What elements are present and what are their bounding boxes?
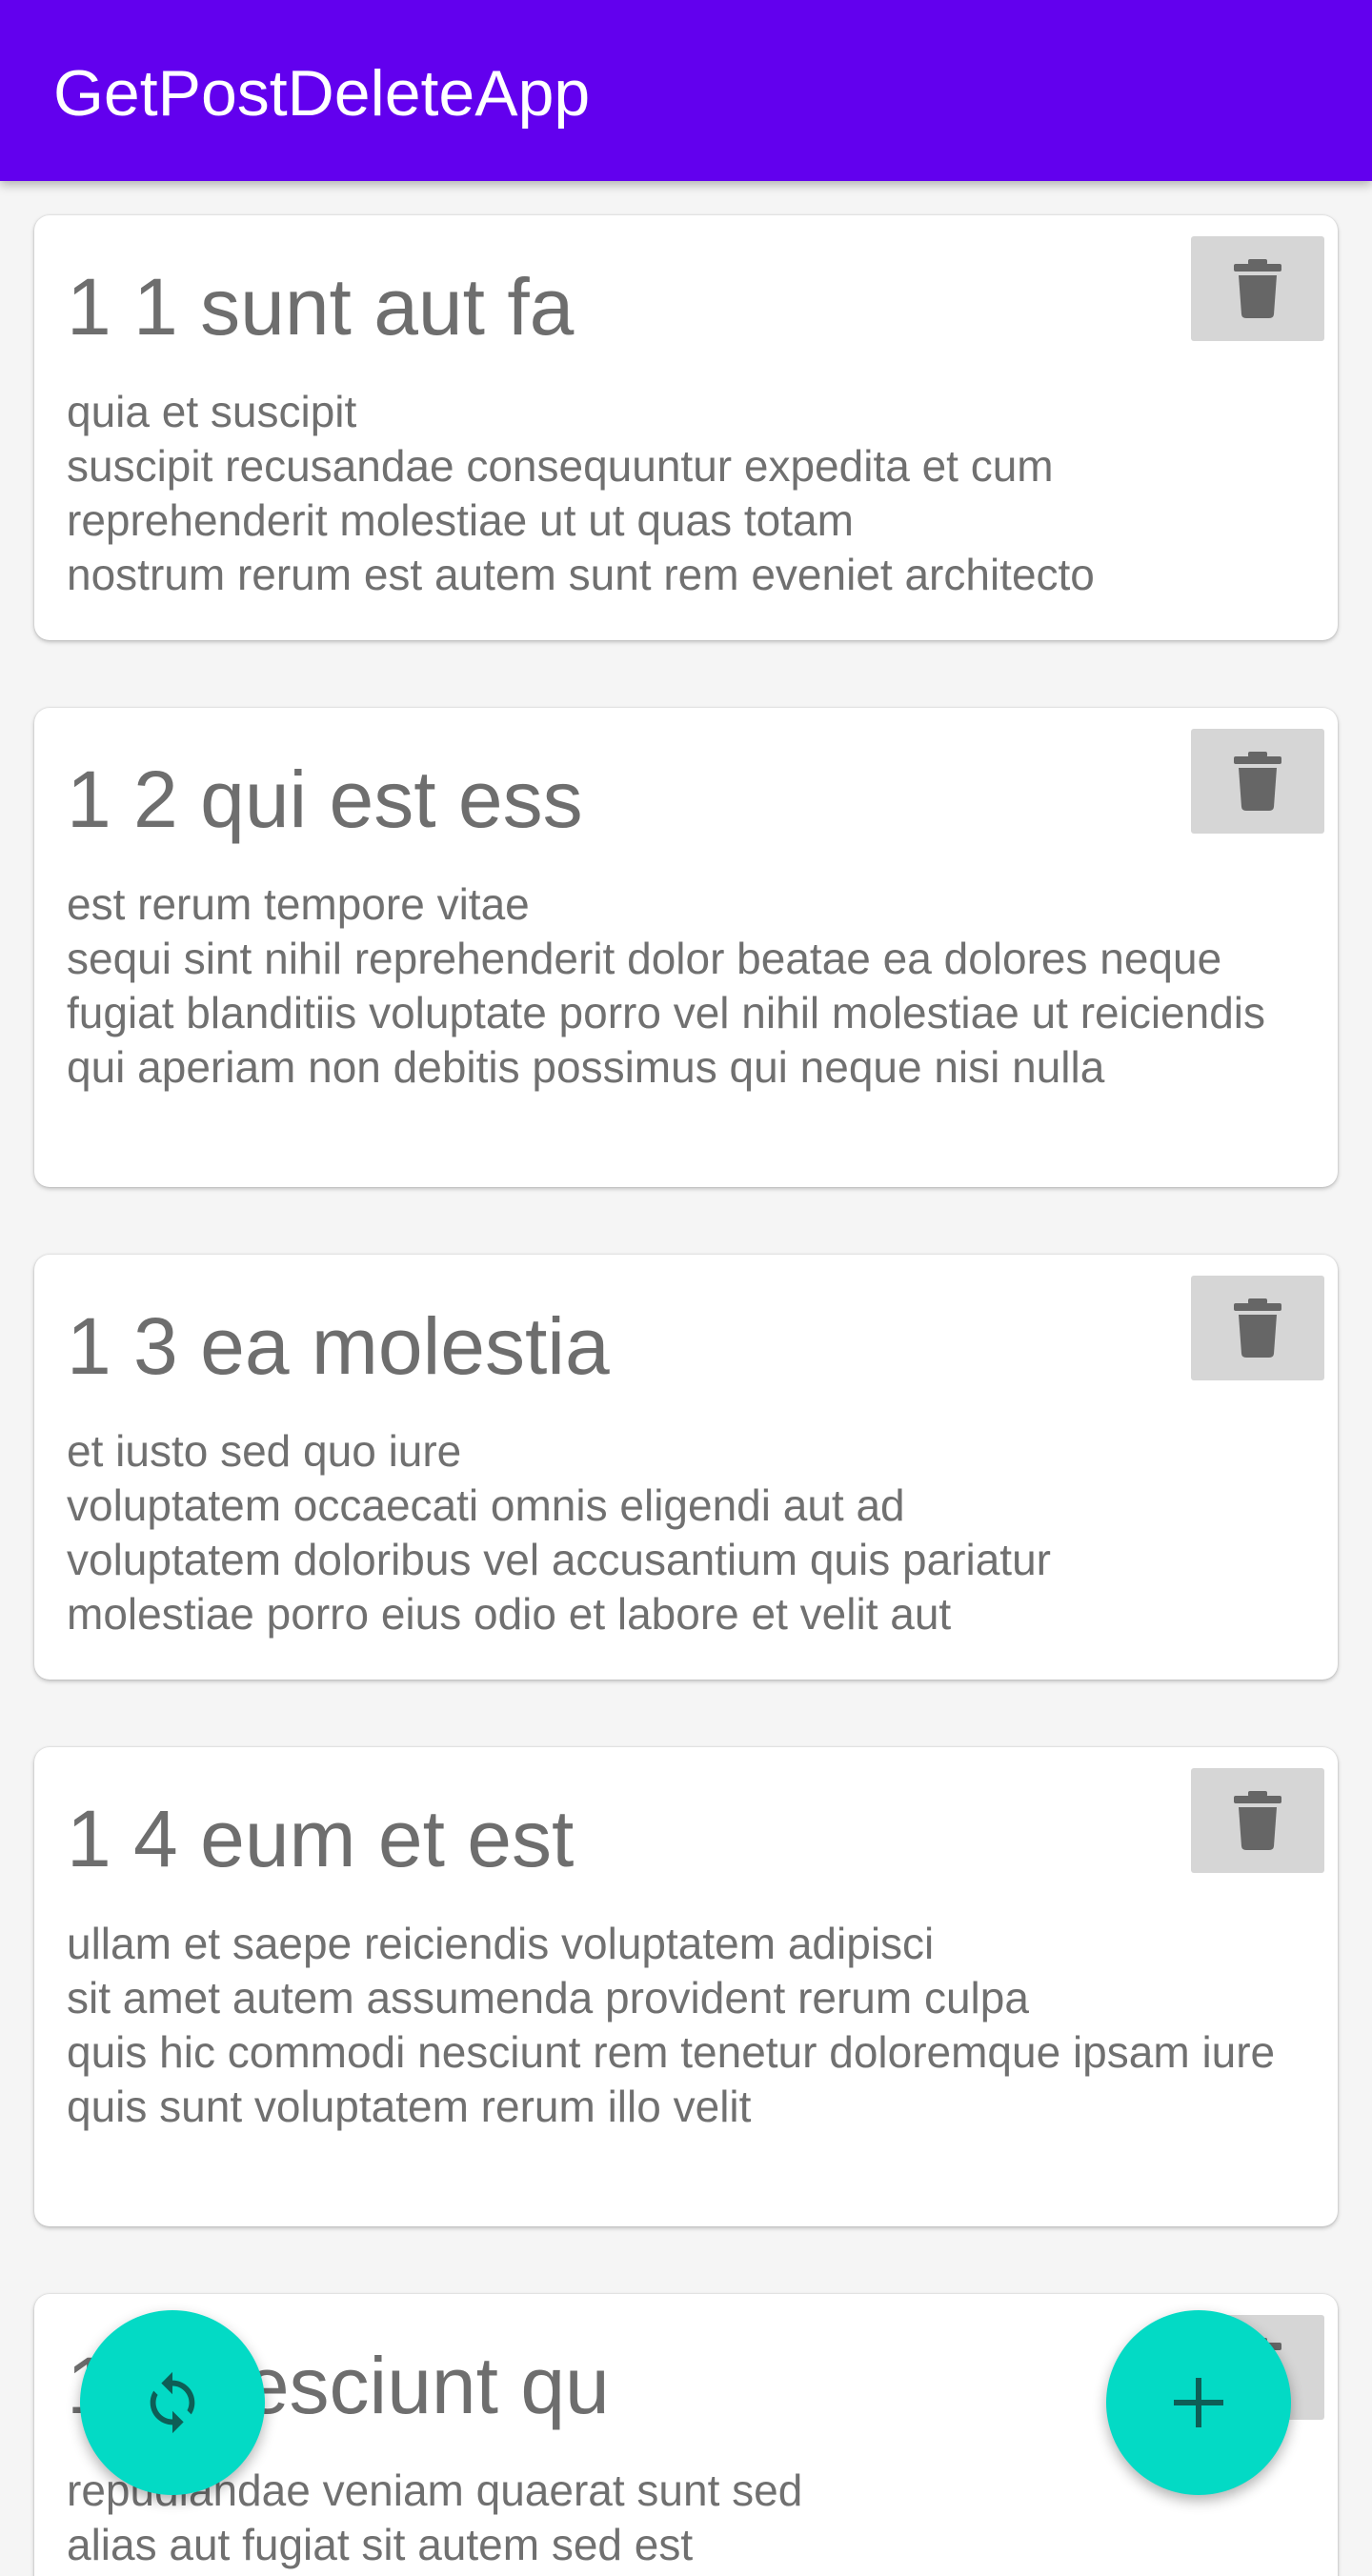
refresh-button[interactable] xyxy=(80,2310,265,2495)
post-body: est rerum tempore vitae sequi sint nihil… xyxy=(67,879,1266,1092)
post-body: repudiandae veniam quaerat sunt sed alia… xyxy=(67,2465,803,2569)
app-bar: GetPostDeleteApp xyxy=(0,0,1372,181)
delete-button[interactable] xyxy=(1191,729,1324,834)
post-card: 1 4 eum et est ullam et saepe reiciendis… xyxy=(34,1747,1338,2226)
post-body: et iusto sed quo iure voluptatem occaeca… xyxy=(67,1426,1051,1639)
post-card: 1 3 ea molestia et iusto sed quo iure vo… xyxy=(34,1255,1338,1680)
trash-icon xyxy=(1234,1298,1281,1358)
post-card: 1 2 qui est ess est rerum tempore vitae … xyxy=(34,708,1338,1187)
post-title: 1 4 eum et est xyxy=(67,1794,575,1883)
app-title: GetPostDeleteApp xyxy=(53,57,591,130)
delete-button[interactable] xyxy=(1191,236,1324,341)
trash-icon xyxy=(1234,1791,1281,1850)
delete-button[interactable] xyxy=(1191,1276,1324,1380)
post-body: ullam et saepe reiciendis voluptatem adi… xyxy=(67,1919,1276,2131)
trash-icon xyxy=(1234,259,1281,318)
post-card: 1 1 sunt aut fa quia et suscipit suscipi… xyxy=(34,215,1338,640)
plus-icon xyxy=(1174,2378,1223,2427)
post-list[interactable]: 1 1 sunt aut fa quia et suscipit suscipi… xyxy=(0,181,1372,2576)
post-title: 1 3 ea molestia xyxy=(67,1301,610,1391)
refresh-icon xyxy=(150,2371,195,2434)
add-post-button[interactable] xyxy=(1106,2310,1291,2495)
trash-icon xyxy=(1234,752,1281,811)
post-body: quia et suscipit suscipit recusandae con… xyxy=(67,387,1095,599)
delete-button[interactable] xyxy=(1191,1768,1324,1873)
post-title: 1 2 qui est ess xyxy=(67,755,583,844)
post-title: 1 1 sunt aut fa xyxy=(67,262,575,352)
